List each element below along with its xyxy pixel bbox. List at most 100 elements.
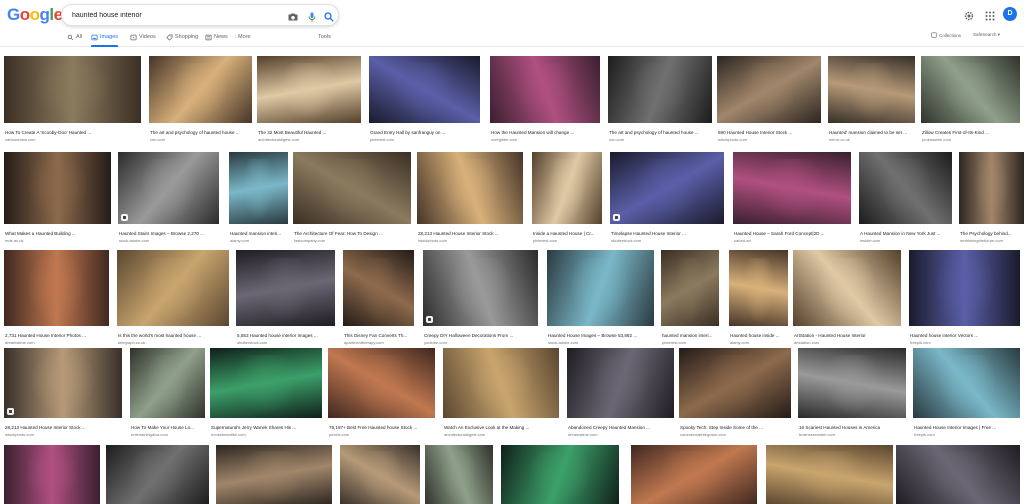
result-title[interactable]: Is this the world's most haunted house .… [118,333,230,339]
image-result[interactable]: haunted mansion interi... pinterest.com [661,250,719,346]
image-result[interactable]: Watch An Exclusive Look at the Making ..… [443,348,559,438]
image-result[interactable] [501,445,619,504]
image-result[interactable] [4,445,100,504]
result-thumbnail[interactable] [729,250,788,326]
result-thumbnail[interactable] [913,348,1020,418]
image-result[interactable]: The art and psychology of haunted house … [149,56,252,143]
result-title[interactable]: Supernatural's Jerry Wanek Shares His ..… [211,425,323,431]
result-title[interactable]: ArtStation - Haunted House Interior [794,333,902,339]
result-thumbnail[interactable] [4,348,122,418]
microphone-icon[interactable] [306,10,318,22]
image-result[interactable]: Creepy DIY Halloween Decorations From ..… [423,250,538,346]
result-title[interactable]: Watch An Exclusive Look at the Making ..… [444,425,560,431]
image-result[interactable] [766,445,893,504]
result-thumbnail[interactable] [117,250,229,326]
image-result[interactable]: Haunted house interior Vectors ... freepi… [909,250,1020,346]
image-result[interactable]: Spooky Tech: Step Inside Some of the ...… [679,348,791,438]
result-title[interactable]: The Architecture Of Fear: How To Design … [294,231,412,237]
image-result[interactable]: A Haunted Mansion in New York Just ... in… [859,152,952,244]
result-thumbnail[interactable] [369,56,480,123]
result-title[interactable]: The 32 Most Beautiful Haunted ... [258,130,362,136]
image-result[interactable]: Grand Entry Hall by sanfranguy on ... pin… [369,56,480,143]
search-box[interactable] [61,4,339,26]
result-thumbnail[interactable] [216,445,332,504]
image-result[interactable] [106,445,209,504]
result-thumbnail[interactable] [717,56,821,123]
result-thumbnail[interactable] [293,152,411,224]
result-title[interactable]: Timelapse Haunted House Interior ... [611,231,725,237]
result-title[interactable]: haunted mansion interi... [662,333,720,339]
result-thumbnail[interactable] [567,348,674,418]
image-result[interactable]: The Psychology behind... mrthinkingthefut… [959,152,1024,244]
result-thumbnail[interactable] [766,445,893,504]
tools-button[interactable]: Tools [318,34,331,41]
image-result[interactable] [425,445,493,504]
result-thumbnail[interactable] [828,56,915,123]
result-title[interactable]: 79,187+ Best Free Haunted house Stock ..… [329,425,436,431]
image-result[interactable]: Haunted Stairs Images – Browse 2,270 ...… [118,152,219,244]
image-result[interactable]: This Disney Fan Converts Th... apartmentt… [343,250,414,346]
result-title[interactable]: What Makes a Haunted Building ... [5,231,112,237]
result-thumbnail[interactable] [532,152,602,224]
image-result[interactable] [216,445,332,504]
result-thumbnail[interactable] [118,152,219,224]
image-result[interactable]: Inside a Haunted House | Cr... pinterest.… [532,152,602,244]
google-logo[interactable]: Google [7,6,63,23]
result-thumbnail[interactable] [490,56,600,123]
result-thumbnail[interactable] [4,250,109,326]
image-result[interactable]: The 32 Most Beautiful Haunted ... archite… [257,56,361,143]
result-thumbnail[interactable] [229,152,288,224]
result-title[interactable]: Haunted house interior Vectors ... [910,333,1021,339]
result-title[interactable]: This Disney Fan Converts Th... [344,333,415,339]
image-result[interactable]: Haunted House Interior Images | Free ...… [913,348,1020,438]
image-result[interactable]: Is this the world's most haunted house .… [117,250,229,346]
result-thumbnail[interactable] [425,445,493,504]
account-avatar[interactable]: D [1003,7,1017,21]
result-thumbnail[interactable] [328,348,435,418]
image-result[interactable]: Timelapse Haunted House Interior ... shut… [610,152,724,244]
result-thumbnail[interactable] [423,250,538,326]
result-thumbnail[interactable] [661,250,719,326]
image-result[interactable]: What Makes a Haunted Building ... mde.ac.… [4,152,111,244]
result-thumbnail[interactable] [896,445,1020,504]
image-result[interactable]: The art and psychology of haunted house … [608,56,712,143]
result-title[interactable]: Zillow Creates First-of-Its-Kind ... [922,130,1021,136]
settings-icon[interactable] [963,9,975,21]
search-input[interactable] [72,8,272,22]
result-thumbnail[interactable] [417,152,523,224]
result-title[interactable]: How To Make Your House Lo... [131,425,206,431]
result-thumbnail[interactable] [443,348,559,418]
result-thumbnail[interactable] [210,348,322,418]
tab-news[interactable]: News [205,34,228,47]
image-result[interactable]: 5,553 Haunted house interior Images ... s… [236,250,335,346]
image-result[interactable] [631,445,757,504]
image-result[interactable]: Haunted house inside ... alamy.com [729,250,788,346]
image-result[interactable]: Haunted House Images – Browse 53,892 ...… [547,250,654,346]
result-thumbnail[interactable] [257,56,361,123]
result-title[interactable]: The art and psychology of haunted house … [609,130,713,136]
result-title[interactable]: The art and psychology of haunted house … [150,130,253,136]
result-title[interactable]: Spooky Tech: Step Inside Some of the ... [680,425,792,431]
result-thumbnail[interactable] [236,250,335,326]
result-thumbnail[interactable] [921,56,1020,123]
result-thumbnail[interactable] [631,445,757,504]
image-result[interactable]: 28,213 Haunted House Interior Stock ... i… [4,348,122,438]
result-title[interactable]: 28,213 Haunted House Interior Stock ... [418,231,524,237]
image-result[interactable]: Abandoned Creepy Haunted Mansion ... drea… [567,348,674,438]
result-thumbnail[interactable] [959,152,1024,224]
image-result[interactable]: Haunted mansion interi... alamy.com [229,152,288,244]
image-result[interactable]: Haunted' mansion claimed to be set ... mi… [828,56,915,143]
safesearch-button[interactable]: SafeSearch ▾ [973,32,1000,38]
tab-videos[interactable]: Videos [130,34,156,47]
result-title[interactable]: Haunted house inside ... [730,333,789,339]
image-result[interactable]: How To Make Your House Lo... entertaining… [130,348,205,438]
image-result[interactable]: Haunted House – Sarah Ford Concept|2D ..… [733,152,851,244]
result-title[interactable]: Creepy DIY Halloween Decorations From ..… [424,333,539,339]
image-result[interactable]: Zillow Creates First-of-Its-Kind ... prne… [921,56,1020,143]
result-title[interactable]: How To Create A 'Scooby-Doo' Haunted ... [5,130,142,136]
result-thumbnail[interactable] [547,250,654,326]
result-thumbnail[interactable] [149,56,252,123]
result-title[interactable]: Haunted Stairs Images – Browse 2,270 ... [119,231,220,237]
result-thumbnail[interactable] [608,56,712,123]
result-title[interactable]: Haunted mansion interi... [230,231,289,237]
